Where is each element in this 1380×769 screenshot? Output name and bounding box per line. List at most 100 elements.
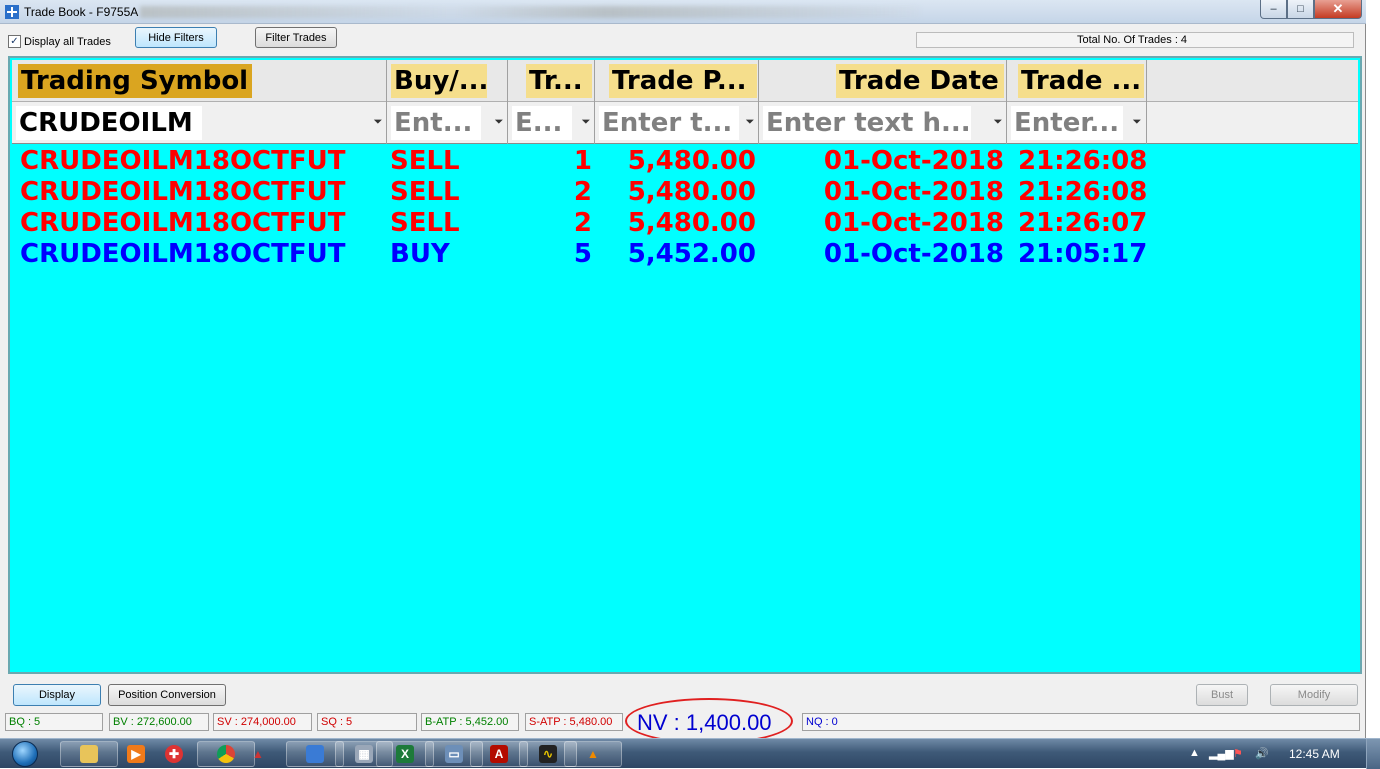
window-title: Trade Book - F9755A xyxy=(24,5,139,19)
media-player-icon: ▶ xyxy=(127,745,145,763)
column-header-qty[interactable]: Tr... xyxy=(508,60,595,102)
network-icon: ✚ xyxy=(165,745,183,763)
cell-price: 5,480.00 xyxy=(627,208,756,238)
bust-button[interactable]: Bust xyxy=(1196,684,1248,706)
filter-funnel-icon[interactable]: ⏷ xyxy=(372,116,384,128)
status-buy-atp: B-ATP : 5,452.00 xyxy=(421,713,519,731)
cell-side: SELL xyxy=(390,177,460,207)
filter-cell-symbol: CRUDEOILM ⏷ xyxy=(12,102,387,144)
vlc-icon: ▲ xyxy=(587,747,599,761)
filter-funnel-icon[interactable]: ⏷ xyxy=(744,116,756,128)
header-label: Trade Date xyxy=(836,64,1004,98)
windows-logo-icon xyxy=(12,741,38,767)
hide-filters-button[interactable]: Hide Filters xyxy=(135,27,217,48)
cell-symbol: CRUDEOILM18OCTFUT xyxy=(20,146,346,176)
trade-grid[interactable]: Trading Symbol Buy/... Tr... Trade P... … xyxy=(8,56,1362,674)
filter-funnel-icon[interactable]: ⏷ xyxy=(992,116,1004,128)
cell-date: 01-Oct-2018 xyxy=(823,239,1004,269)
cell-date: 01-Oct-2018 xyxy=(823,146,1004,176)
date-filter-input[interactable]: Enter text h... xyxy=(763,106,971,140)
filter-cell-date: Enter text h... ⏷ xyxy=(759,102,1007,144)
table-row[interactable]: CRUDEOILM18OCTFUT SELL 2 5,480.00 01-Oct… xyxy=(12,177,1358,208)
taskbar-media-player[interactable]: ▶ xyxy=(121,741,151,767)
header-label: Buy/... xyxy=(391,64,487,98)
cell-side: BUY xyxy=(390,239,450,269)
excel-icon: X xyxy=(396,745,414,763)
cell-time: 21:26:08 xyxy=(1018,177,1148,207)
cell-symbol: CRUDEOILM18OCTFUT xyxy=(20,177,346,207)
cell-time: 21:05:17 xyxy=(1018,239,1148,269)
cell-symbol: CRUDEOILM18OCTFUT xyxy=(20,208,346,238)
side-filter-input[interactable]: Ent... xyxy=(391,106,481,140)
volume-icon[interactable]: 🔊 xyxy=(1255,747,1269,760)
network-warning-icon[interactable]: ⚑ xyxy=(1233,747,1243,760)
trade-rows: CRUDEOILM18OCTFUT SELL 1 5,480.00 01-Oct… xyxy=(12,146,1358,270)
filter-cell-price: Enter t... ⏷ xyxy=(595,102,759,144)
taskbar-app-triangle[interactable]: ▲ xyxy=(238,741,278,767)
window-app-icon: ▭ xyxy=(445,745,463,763)
modify-button[interactable]: Modify xyxy=(1270,684,1358,706)
cell-price: 5,480.00 xyxy=(627,146,756,176)
filter-funnel-icon[interactable]: ⏷ xyxy=(580,116,592,128)
system-tray: ▲ ▂▄▆ ⚑ 🔊 12:45 AM xyxy=(1185,739,1365,769)
table-row[interactable]: CRUDEOILM18OCTFUT SELL 2 5,480.00 01-Oct… xyxy=(12,208,1358,239)
taskbar-network[interactable]: ✚ xyxy=(159,741,189,767)
cell-date: 01-Oct-2018 xyxy=(823,177,1004,207)
system-clock[interactable]: 12:45 AM xyxy=(1289,747,1340,761)
status-sell-value: SV : 274,000.00 xyxy=(213,713,312,731)
display-all-trades-label: Display all Trades xyxy=(24,35,111,48)
show-desktop-button[interactable] xyxy=(1366,739,1380,769)
minimize-button[interactable]: – xyxy=(1260,0,1287,19)
time-filter-input[interactable]: Enter... xyxy=(1011,106,1123,140)
price-filter-input[interactable]: Enter t... xyxy=(599,106,739,140)
column-header-date[interactable]: Trade Date xyxy=(759,60,1007,102)
toolbar: ✓ Display all Trades Hide Filters Filter… xyxy=(0,25,1366,55)
cell-price: 5,452.00 xyxy=(627,239,756,269)
column-header-time[interactable]: Trade ... xyxy=(1007,60,1147,102)
trade-book-window: Trade Book - F9755A – □ ✕ ✓ Display all … xyxy=(0,0,1366,744)
file-explorer-icon xyxy=(80,745,98,763)
taskbar-vlc[interactable]: ▲ xyxy=(564,741,622,767)
symbol-filter-input[interactable]: CRUDEOILM xyxy=(16,106,202,140)
signal-bars-icon[interactable]: ▂▄▆ xyxy=(1209,747,1234,760)
chrome-icon xyxy=(217,745,235,763)
grid-header-row: Trading Symbol Buy/... Tr... Trade P... … xyxy=(12,60,1358,102)
table-row[interactable]: CRUDEOILM18OCTFUT SELL 1 5,480.00 01-Oct… xyxy=(12,146,1358,177)
start-button[interactable] xyxy=(4,739,46,769)
filter-trades-button[interactable]: Filter Trades xyxy=(255,27,337,48)
cell-qty: 1 xyxy=(573,146,592,176)
cell-time: 21:26:08 xyxy=(1018,146,1148,176)
close-button[interactable]: ✕ xyxy=(1314,0,1362,19)
taskbar-file-explorer[interactable] xyxy=(60,741,118,767)
title-bar[interactable]: Trade Book - F9755A – □ ✕ xyxy=(0,0,1366,24)
desktop-edge xyxy=(1366,0,1380,768)
status-sell-qty: SQ : 5 xyxy=(317,713,417,731)
display-button[interactable]: Display xyxy=(13,684,101,706)
filter-funnel-icon[interactable]: ⏷ xyxy=(1131,116,1143,128)
header-label: Trade P... xyxy=(609,64,757,98)
cell-qty: 5 xyxy=(573,239,592,269)
filter-cell-time: Enter... ⏷ xyxy=(1007,102,1147,144)
tray-expand-icon[interactable]: ▲ xyxy=(1189,747,1200,759)
position-conversion-button[interactable]: Position Conversion xyxy=(108,684,226,706)
column-header-side[interactable]: Buy/... xyxy=(387,60,508,102)
filter-cell-side: Ent... ⏷ xyxy=(387,102,508,144)
checkbox-checked-icon[interactable]: ✓ xyxy=(8,35,21,48)
status-buy-qty: BQ : 5 xyxy=(5,713,103,731)
qty-filter-input[interactable]: E... xyxy=(512,106,572,140)
column-header-price[interactable]: Trade P... xyxy=(595,60,759,102)
header-label: Trading Symbol xyxy=(18,64,252,98)
column-header-symbol[interactable]: Trading Symbol xyxy=(12,60,387,102)
cell-qty: 2 xyxy=(573,208,592,238)
cell-side: SELL xyxy=(390,146,460,176)
filter-funnel-icon[interactable]: ⏷ xyxy=(493,116,505,128)
cell-time: 21:26:07 xyxy=(1018,208,1148,238)
maximize-button[interactable]: □ xyxy=(1287,0,1314,19)
table-row[interactable]: CRUDEOILM18OCTFUT BUY 5 5,452.00 01-Oct-… xyxy=(12,239,1358,270)
header-label: Trade ... xyxy=(1018,64,1144,98)
app-blue-icon xyxy=(306,745,324,763)
calculator-icon: ▦ xyxy=(355,745,373,763)
display-all-trades-checkbox[interactable]: ✓ Display all Trades xyxy=(8,35,111,48)
status-sell-atp: S-ATP : 5,480.00 xyxy=(525,713,623,731)
terminal-app-icon: ∿ xyxy=(539,745,557,763)
